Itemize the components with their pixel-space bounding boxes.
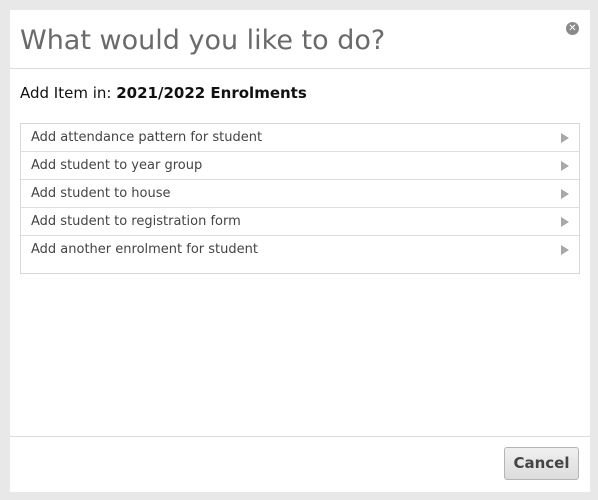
chevron-right-icon [561,161,569,171]
dialog-body: Add Item in: 2021/2022 Enrolments Add at… [10,69,590,436]
option-label: Add another enrolment for student [31,242,258,257]
dialog-footer: Cancel [10,436,590,492]
cancel-button[interactable]: Cancel [504,447,579,480]
context-name: 2021/2022 Enrolments [116,84,307,102]
dialog-title: What would you like to do? [20,25,386,56]
option-add-to-year-group[interactable]: Add student to year group [21,152,579,180]
chevron-right-icon [561,133,569,143]
option-label: Add student to year group [31,158,203,173]
option-label: Add student to house [31,186,171,201]
option-add-to-house[interactable]: Add student to house [21,180,579,208]
context-prefix: Add Item in: [20,84,112,102]
context-line: Add Item in: 2021/2022 Enrolments [20,83,307,103]
option-add-attendance-pattern[interactable]: Add attendance pattern for student [21,124,579,152]
option-list: Add attendance pattern for student Add s… [20,123,580,274]
option-label: Add attendance pattern for student [31,130,263,145]
dialog-header: What would you like to do? ✕ [10,10,590,69]
chevron-right-icon [561,245,569,255]
option-add-to-registration-form[interactable]: Add student to registration form [21,208,579,236]
close-icon[interactable]: ✕ [566,22,579,35]
option-label: Add student to registration form [31,214,241,229]
chevron-right-icon [561,217,569,227]
chevron-right-icon [561,189,569,199]
add-item-dialog: What would you like to do? ✕ Add Item in… [10,10,590,492]
option-add-another-enrolment[interactable]: Add another enrolment for student [21,236,579,264]
